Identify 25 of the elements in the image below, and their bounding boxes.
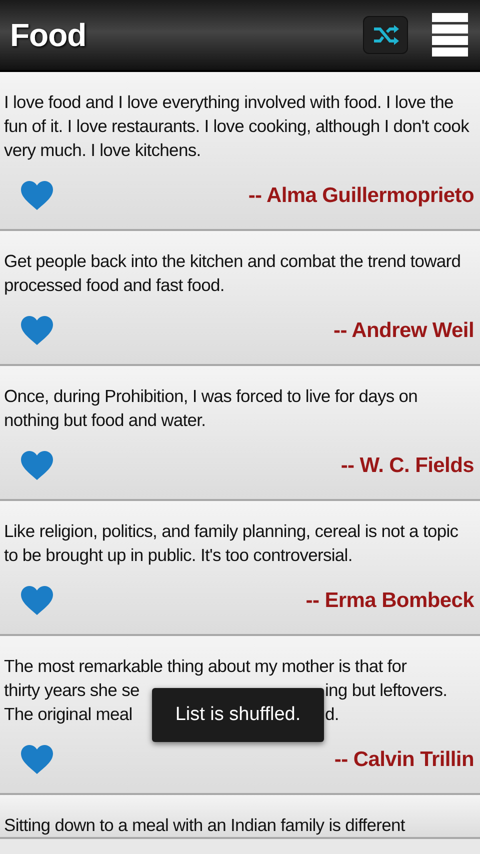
quote-text: Once, during Prohibition, I was forced to live for days on nothing but food and water. [4, 385, 419, 432]
author-name: -- Erma Bombeck [306, 588, 474, 614]
author-name: -- Alma Guillermoprieto [248, 182, 474, 209]
quote-text: ing but leftovers. [325, 679, 448, 702]
author-name: -- Andrew Weil [334, 318, 474, 344]
heart-icon[interactable] [20, 180, 54, 211]
quote-text: Like religion, politics, and family planning, cereal is not a topic to be brought up in public. It's too controversial. [4, 520, 460, 567]
heart-icon[interactable] [20, 744, 54, 775]
quote-text: Get people back into the kitchen and combat the trend toward processed food and fast food. [4, 250, 462, 297]
heart-icon[interactable] [20, 585, 54, 616]
author-name: -- W. C. Fields [340, 452, 474, 479]
quote-text: The most remarkable thing about my mother is that for [4, 656, 407, 676]
author-name: -- Calvin Trillin [334, 746, 474, 773]
heart-icon[interactable] [20, 450, 54, 481]
shuffle-button[interactable] [363, 16, 408, 54]
quote-text: Sitting down to a meal with an Indian family is different [4, 814, 406, 837]
heart-icon[interactable] [20, 315, 54, 346]
quote-text: The original meal [4, 703, 132, 726]
shuffle-icon [372, 24, 400, 46]
app-title: Food [10, 16, 86, 55]
toast-message: List is shuffled. [152, 688, 324, 742]
quote-text: thirty years she se [4, 679, 140, 702]
quote-text: d. [325, 703, 339, 726]
quote-text: I love food and I love everything involved with food. I love the fun of it. I love restaurants. I love cooking, although I don't cook very much. I love kitchens. [4, 91, 470, 162]
menu-icon[interactable] [432, 13, 468, 57]
